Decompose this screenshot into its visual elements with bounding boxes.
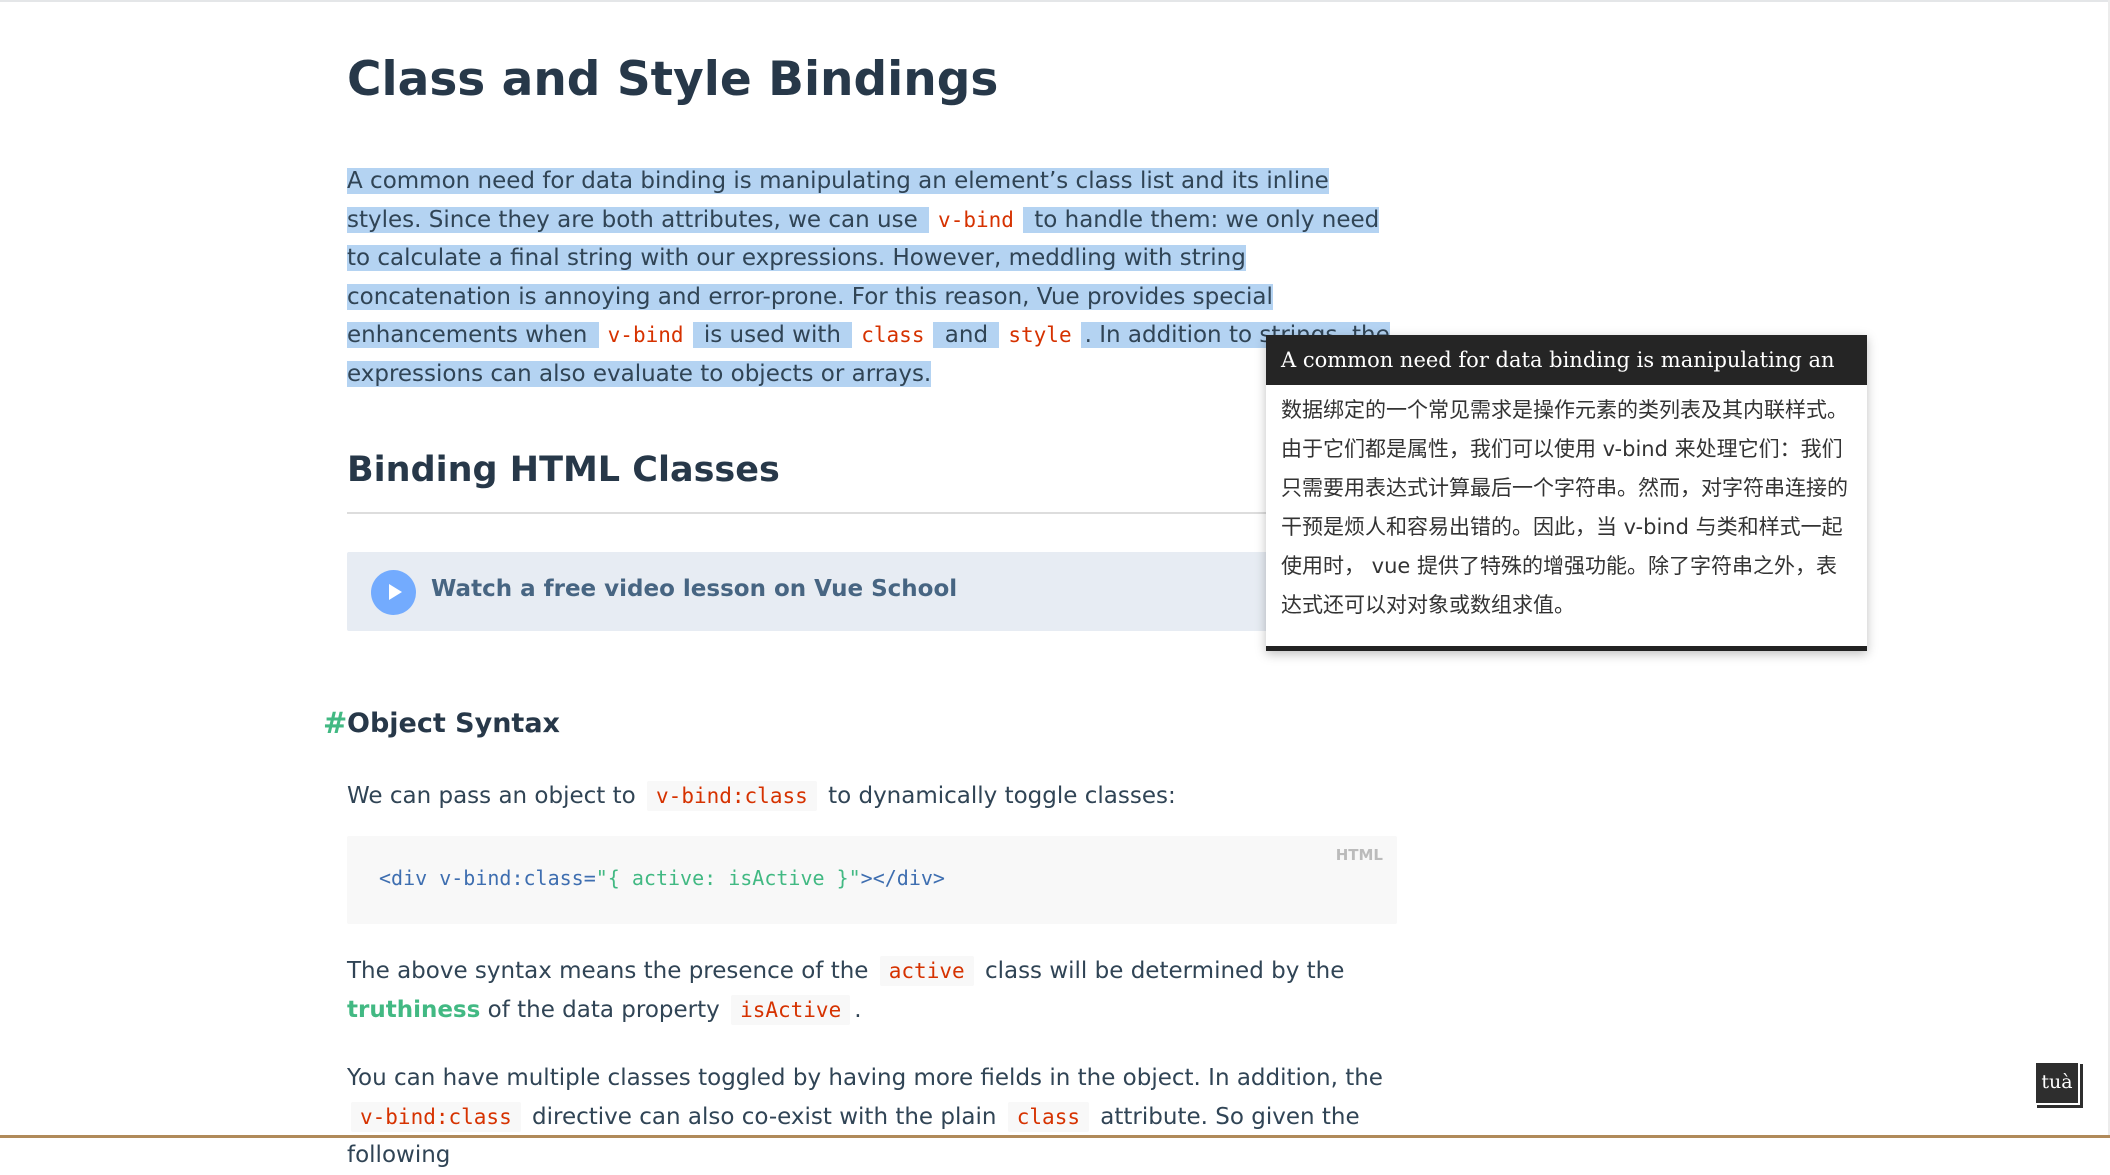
page-title: Class and Style Bindings (347, 52, 999, 107)
paragraph-text: The above syntax means the presence of t… (347, 958, 869, 984)
vue-school-video-link[interactable]: Watch a free video lesson on Vue School (347, 552, 1397, 631)
top-border (0, 0, 2110, 2)
object-syntax-paragraph-2: The above syntax means the presence of t… (347, 952, 1397, 1029)
heading-anchor-link[interactable]: # (323, 706, 347, 740)
code-v-bind: v-bind (929, 204, 1023, 235)
object-syntax-paragraph-1: We can pass an object to v-bind:class to… (347, 777, 1176, 816)
paragraph-text: to dynamically toggle classes: (828, 783, 1176, 809)
code-language-label: HTML (1335, 846, 1383, 864)
play-icon (371, 570, 416, 615)
popup-translation-text: 数据绑定的一个常见需求是操作元素的类列表及其内联样式。由于它们都是属性，我们可以… (1281, 398, 1848, 617)
subsection-heading-object-syntax: Object Syntax (347, 708, 560, 739)
code-style: style (999, 320, 1081, 350)
code-isactive: isActive (731, 994, 851, 1025)
code-tag-open: <div v-bind:class= (379, 866, 596, 890)
code-v-bind-class-2: v-bind:class (351, 1101, 521, 1132)
paragraph-text: of the data property (487, 996, 720, 1023)
translation-popup[interactable]: A common need for data binding is manipu… (1266, 335, 1867, 651)
code-class-2: class (1007, 1101, 1089, 1132)
intro-paragraph: A common need for data binding is manipu… (347, 162, 1397, 393)
code-active: active (879, 956, 974, 986)
video-lesson-label: Watch a free video lesson on Vue School (431, 576, 958, 602)
paragraph-text: We can pass an object to (347, 783, 636, 809)
code-v-bind-2: v-bind (598, 320, 693, 350)
selected-text: A common need for data binding is manipu… (347, 168, 1390, 387)
code-block: HTML <div v-bind:class="{ active: isActi… (347, 836, 1397, 924)
code-tag-close: ></div> (860, 866, 945, 890)
object-syntax-paragraph-3: You can have multiple classes toggled by… (347, 1059, 1397, 1175)
paragraph-text: You can have multiple classes toggled by… (347, 1065, 1383, 1091)
paragraph-text: . (854, 996, 862, 1023)
popup-source-text: A common need for data binding is manipu… (1266, 335, 1867, 385)
section-heading-binding-html-classes: Binding HTML Classes (347, 450, 1397, 514)
paragraph-text: directive can also co-exist with the pla… (532, 1103, 997, 1130)
intro-text-3: is used with (703, 322, 841, 348)
truthiness-link[interactable]: truthiness (347, 997, 480, 1023)
code-v-bind-class: v-bind:class (647, 781, 817, 811)
code-class: class (852, 320, 934, 350)
code-line: <div v-bind:class="{ active: isActive }"… (379, 866, 945, 890)
paragraph-text: class will be determined by the (984, 958, 1345, 984)
code-attr-value: "{ active: isActive }" (595, 866, 861, 890)
translate-extension-button[interactable]: tuà (2034, 1061, 2080, 1105)
intro-text-4: and (944, 322, 989, 348)
